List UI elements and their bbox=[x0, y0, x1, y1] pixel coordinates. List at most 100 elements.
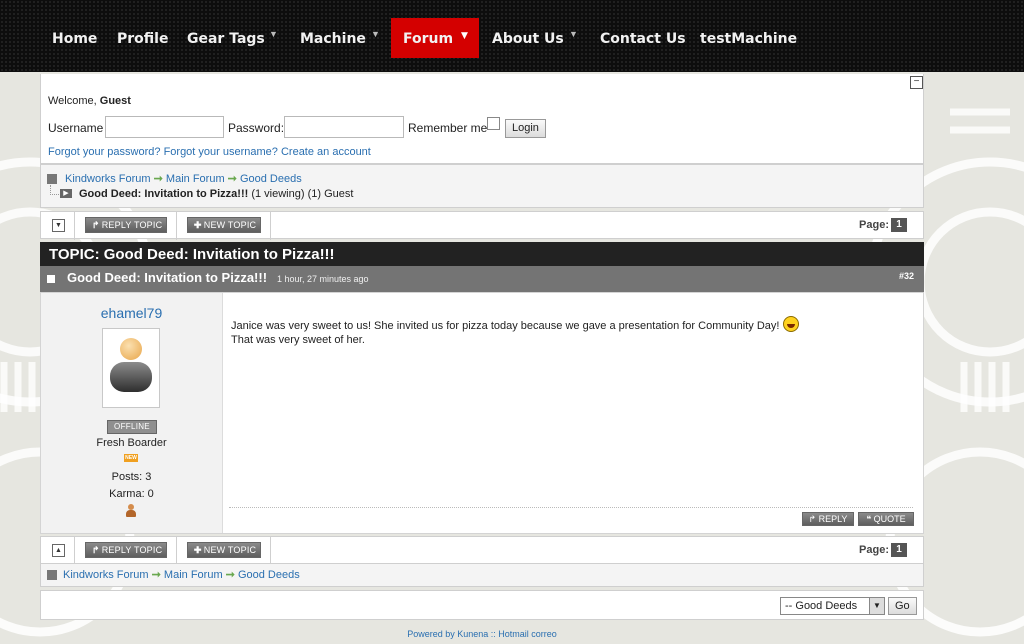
breadcrumb-category-link[interactable]: Main Forum bbox=[164, 569, 223, 581]
nav-gear-tags[interactable]: Gear Tags bbox=[187, 18, 265, 58]
nav-home[interactable]: Home bbox=[52, 18, 97, 58]
page-number[interactable]: 1 bbox=[891, 218, 907, 232]
arrow-right-icon: ➞ bbox=[151, 569, 161, 581]
topic-title: TOPIC: Good Deed: Invitation to Pizza!!! bbox=[40, 242, 924, 266]
breadcrumb-category-link[interactable]: Main Forum bbox=[166, 173, 225, 185]
top-navigation: Home Profile Gear Tags ▼ Machine ▼ Forum… bbox=[0, 0, 1024, 72]
topic-arrow-icon: ▶ bbox=[60, 189, 72, 198]
post-body: ehamel79 OFFLINE Fresh Boarder NEW Posts… bbox=[40, 292, 924, 534]
chevron-down-icon[interactable]: ▼ bbox=[569, 29, 578, 39]
login-button[interactable]: Login bbox=[505, 119, 546, 138]
post-text-line1: Janice was very sweet to us! She invited… bbox=[231, 320, 780, 332]
avatar[interactable] bbox=[102, 328, 160, 408]
user-figure-icon bbox=[126, 504, 136, 518]
current-topic: Good Deed: Invitation to Pizza!!! bbox=[79, 188, 249, 200]
nav-about-us[interactable]: About Us bbox=[492, 18, 564, 58]
welcome-prefix: Welcome, bbox=[48, 95, 97, 107]
page-number[interactable]: 1 bbox=[891, 543, 907, 557]
reply-button[interactable]: ↱ REPLY bbox=[802, 512, 854, 526]
nav-label: Gear Tags bbox=[187, 31, 265, 47]
chevron-up-icon[interactable]: ▲ bbox=[52, 544, 65, 557]
breadcrumb-panel-bottom: Kindworks Forum ➞ Main Forum ➞ Good Deed… bbox=[40, 563, 924, 587]
nav-contact-us[interactable]: Contact Us bbox=[600, 18, 686, 58]
chevron-down-icon[interactable]: ▼ bbox=[52, 219, 65, 232]
nav-label: Forum bbox=[403, 31, 454, 47]
nav-test-machine[interactable]: testMachine bbox=[700, 18, 797, 58]
avatar-head bbox=[120, 338, 142, 360]
nav-label: Machine bbox=[300, 31, 366, 47]
quote-label: QUOTE bbox=[873, 514, 906, 524]
nav-forum[interactable]: Forum ▼ bbox=[391, 18, 479, 58]
forgot-password-link[interactable]: Forgot your password? bbox=[48, 146, 161, 158]
powered-by-link[interactable]: Powered by Kunena :: Hotmail correo bbox=[0, 629, 964, 639]
password-input[interactable] bbox=[284, 116, 404, 138]
nav-label: testMachine bbox=[700, 31, 798, 47]
post-number[interactable]: #32 bbox=[899, 271, 914, 281]
username-input[interactable] bbox=[105, 116, 224, 138]
account-links: Forgot your password? Forgot your userna… bbox=[48, 146, 371, 158]
breadcrumb-subforum-link[interactable]: Good Deeds bbox=[240, 173, 302, 185]
remember-label: Remember me bbox=[408, 121, 488, 135]
quote-button[interactable]: ❝ QUOTE bbox=[858, 512, 914, 526]
forum-jump-select[interactable]: -- Good Deeds ▼ bbox=[780, 597, 885, 615]
message-header: Good Deed: Invitation to Pizza!!! 1 hour… bbox=[40, 266, 924, 292]
forum-jump-value: -- Good Deeds bbox=[785, 600, 858, 612]
author-posts: Posts: 3 bbox=[111, 471, 152, 483]
square-icon bbox=[47, 570, 57, 580]
author-profile: ehamel79 OFFLINE Fresh Boarder NEW Posts… bbox=[41, 293, 223, 533]
breadcrumb-panel: Kindworks Forum ➞ Main Forum ➞ Good Deed… bbox=[40, 164, 924, 208]
breadcrumb-subforum-link[interactable]: Good Deeds bbox=[238, 569, 300, 581]
breadcrumb-forum-link[interactable]: Kindworks Forum bbox=[65, 173, 151, 185]
chevron-down-icon[interactable]: ▼ bbox=[371, 29, 380, 39]
go-button[interactable]: Go bbox=[888, 597, 917, 615]
reply-arrow-icon: ↱ bbox=[808, 514, 819, 524]
nav-label: Home bbox=[52, 31, 98, 47]
arrow-right-icon: ➞ bbox=[153, 173, 163, 185]
chevron-down-icon[interactable]: ▼ bbox=[461, 15, 468, 57]
author-name[interactable]: ehamel79 bbox=[101, 305, 163, 321]
arrow-right-icon: ➞ bbox=[225, 569, 235, 581]
password-label: Password: bbox=[228, 121, 285, 135]
page-label: Page: bbox=[859, 219, 889, 231]
forgot-username-link[interactable]: Forgot your username? bbox=[164, 146, 278, 158]
post-text-line2: That was very sweet of her. bbox=[231, 334, 365, 346]
square-icon bbox=[47, 174, 57, 184]
breadcrumb-forum-link[interactable]: Kindworks Forum bbox=[63, 569, 149, 581]
login-panel: − Welcome, Guest Username Password: Reme… bbox=[40, 74, 924, 164]
viewing-count: (1 viewing) (1) Guest bbox=[251, 188, 354, 200]
chevron-down-icon[interactable]: ▼ bbox=[269, 29, 278, 39]
breadcrumb: Kindworks Forum ➞ Main Forum ➞ Good Deed… bbox=[65, 172, 302, 185]
forum-jump-panel: -- Good Deeds ▼ Go bbox=[40, 590, 924, 620]
post-time: 1 hour, 27 minutes ago bbox=[277, 274, 369, 284]
new-topic-button[interactable]: ✚ NEW TOPIC bbox=[187, 217, 261, 233]
remember-checkbox[interactable] bbox=[487, 117, 500, 130]
reply-topic-button[interactable]: ↱ REPLY TOPIC bbox=[85, 217, 167, 233]
nav-profile[interactable]: Profile bbox=[117, 18, 168, 58]
nav-machine[interactable]: Machine bbox=[300, 18, 366, 58]
new-badge-icon: NEW bbox=[124, 454, 138, 462]
create-account-link[interactable]: Create an account bbox=[281, 146, 371, 158]
chevron-down-icon: ▼ bbox=[869, 598, 884, 614]
author-rank: Fresh Boarder bbox=[96, 437, 167, 449]
arrow-right-icon: ➞ bbox=[227, 173, 237, 185]
status-badge: OFFLINE bbox=[107, 420, 157, 434]
welcome-text: Welcome, Guest bbox=[48, 95, 131, 107]
reply-arrow-icon: ↱ bbox=[91, 545, 100, 555]
nav-label: About Us bbox=[492, 31, 564, 47]
breadcrumb: Kindworks Forum ➞ Main Forum ➞ Good Deed… bbox=[63, 568, 300, 581]
minus-box-icon[interactable]: − bbox=[910, 76, 923, 89]
reply-arrow-icon: ↱ bbox=[91, 220, 100, 230]
topic-toolbar-top: ▼ ↱ REPLY TOPIC ✚ NEW TOPIC Page: 1 bbox=[40, 211, 924, 240]
reply-topic-label: REPLY TOPIC bbox=[101, 220, 163, 230]
new-topic-button[interactable]: ✚ NEW TOPIC bbox=[187, 542, 261, 558]
laughing-smiley-icon bbox=[782, 316, 799, 332]
reply-topic-button[interactable]: ↱ REPLY TOPIC bbox=[85, 542, 167, 558]
plus-icon: ✚ bbox=[193, 220, 202, 230]
post-subject: Good Deed: Invitation to Pizza!!! bbox=[67, 270, 268, 285]
actions-divider bbox=[229, 507, 913, 508]
quote-icon: ❝ bbox=[866, 514, 874, 524]
powered-by-text: Powered by Kunena :: Hotmail correo bbox=[407, 629, 557, 639]
avatar-body bbox=[110, 362, 152, 392]
new-topic-label: NEW TOPIC bbox=[203, 220, 257, 230]
tree-connector bbox=[50, 185, 59, 195]
